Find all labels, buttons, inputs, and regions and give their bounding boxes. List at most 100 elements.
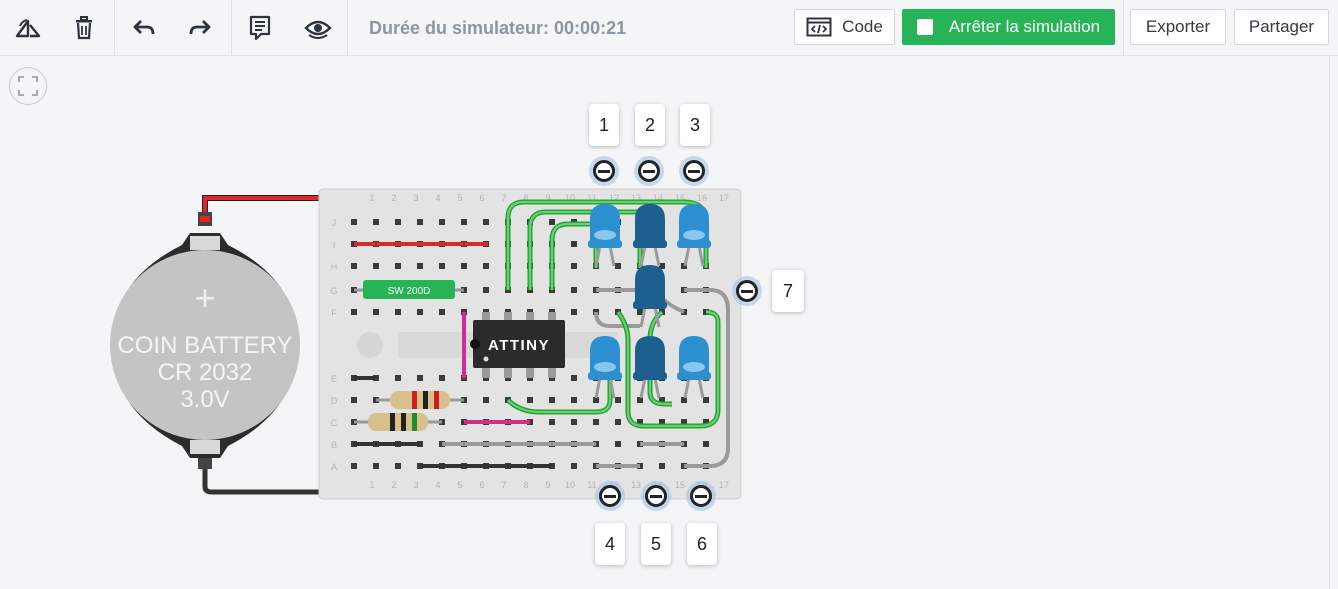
- probe-6[interactable]: [690, 485, 712, 507]
- breadboard-hole[interactable]: [571, 263, 577, 269]
- breadboard-hole[interactable]: [549, 397, 555, 403]
- breadboard-hole[interactable]: [615, 263, 621, 269]
- breadboard-hole[interactable]: [351, 463, 357, 469]
- breadboard-hole[interactable]: [373, 219, 379, 225]
- breadboard-hole[interactable]: [659, 463, 665, 469]
- breadboard-hole[interactable]: [439, 309, 445, 315]
- breadboard-row-label: E: [331, 374, 337, 384]
- breadboard-hole[interactable]: [483, 263, 489, 269]
- breadboard-column-label: 2: [391, 193, 396, 203]
- breadboard-hole[interactable]: [571, 375, 577, 381]
- breadboard-hole[interactable]: [373, 463, 379, 469]
- chip-pin: [548, 312, 556, 320]
- battery-label-3: 3.0V: [180, 386, 229, 413]
- breadboard-hole[interactable]: [571, 463, 577, 469]
- coin-battery[interactable]: + COIN BATTERY CR 2032 3.0V: [110, 212, 300, 469]
- tilt-switch[interactable]: SW 200D: [354, 280, 464, 299]
- breadboard-hole[interactable]: [439, 263, 445, 269]
- breadboard-column-label: 7: [501, 193, 506, 203]
- breadboard-hole[interactable]: [461, 219, 467, 225]
- resistor-2-band: [390, 413, 395, 431]
- probe-4[interactable]: [599, 485, 621, 507]
- probe-label-5[interactable]: 5: [641, 523, 671, 565]
- chip-pin1-marker: [483, 356, 489, 362]
- breadboard-hole[interactable]: [615, 397, 621, 403]
- breadboard-hole[interactable]: [571, 419, 577, 425]
- breadboard-hole[interactable]: [527, 397, 533, 403]
- breadboard-hole[interactable]: [439, 219, 445, 225]
- breadboard-hole[interactable]: [417, 375, 423, 381]
- probe-label-1[interactable]: 1: [589, 104, 619, 146]
- breadboard-hole[interactable]: [351, 263, 357, 269]
- breadboard-column-label: 3: [413, 480, 418, 490]
- probe-2[interactable]: [638, 160, 660, 182]
- breadboard-column-label: 6: [479, 480, 484, 490]
- breadboard-column-label: 13: [631, 480, 641, 490]
- battery-plus-cap: [200, 216, 210, 222]
- led-rim: [633, 372, 667, 380]
- breadboard-hole[interactable]: [483, 397, 489, 403]
- breadboard-hole[interactable]: [417, 309, 423, 315]
- led-body: [635, 336, 665, 378]
- breadboard-hole[interactable]: [395, 463, 401, 469]
- probe-3[interactable]: [683, 160, 705, 182]
- breadboard-column-label: 5: [457, 480, 462, 490]
- circuit-canvas[interactable]: + COIN BATTERY CR 2032 3.0V J I H G F E D C B A 1…: [0, 0, 1338, 589]
- breadboard-hole[interactable]: [593, 419, 599, 425]
- breadboard-hole[interactable]: [395, 219, 401, 225]
- breadboard-hole[interactable]: [395, 375, 401, 381]
- breadboard-row-label: H: [331, 262, 338, 272]
- breadboard-hole[interactable]: [351, 219, 357, 225]
- breadboard-column-label: 4: [435, 193, 440, 203]
- breadboard-hole[interactable]: [483, 287, 489, 293]
- breadboard-hole[interactable]: [395, 263, 401, 269]
- breadboard-hole[interactable]: [461, 263, 467, 269]
- breadboard-notch: [357, 332, 383, 358]
- breadboard-hole[interactable]: [417, 219, 423, 225]
- chip-pin: [504, 368, 512, 378]
- breadboard-column-label: 1: [369, 193, 374, 203]
- breadboard-row-label: J: [332, 218, 337, 228]
- probe-label-3[interactable]: 3: [680, 104, 710, 146]
- battery-clip-bottom: [190, 440, 220, 454]
- led-rim: [633, 240, 667, 248]
- breadboard-hole[interactable]: [571, 287, 577, 293]
- breadboard-hole[interactable]: [417, 263, 423, 269]
- probe-label-7[interactable]: 7: [772, 270, 804, 312]
- probe-label-2[interactable]: 2: [635, 104, 665, 146]
- breadboard-hole[interactable]: [549, 419, 555, 425]
- breadboard-column-label: 4: [435, 480, 440, 490]
- probe-label-4[interactable]: 4: [595, 523, 625, 565]
- breadboard-hole[interactable]: [615, 419, 621, 425]
- breadboard-hole[interactable]: [703, 441, 709, 447]
- battery-plus-sign: +: [194, 277, 215, 318]
- breadboard-hole[interactable]: [373, 263, 379, 269]
- breadboard-column-label: 6: [479, 193, 484, 203]
- breadboard-column-label: 16: [697, 193, 707, 203]
- chip-pin: [482, 368, 490, 378]
- resistor-2-band: [401, 413, 406, 431]
- probe-1[interactable]: [593, 160, 615, 182]
- breadboard-hole[interactable]: [549, 219, 555, 225]
- probe-5[interactable]: [645, 485, 667, 507]
- breadboard-column-label: 9: [545, 480, 550, 490]
- breadboard-hole[interactable]: [373, 309, 379, 315]
- breadboard-hole[interactable]: [439, 375, 445, 381]
- breadboard-column-label: 10: [565, 480, 575, 490]
- led-rim: [677, 240, 711, 248]
- probe-7[interactable]: [736, 280, 758, 302]
- breadboard-hole[interactable]: [351, 397, 357, 403]
- breadboard-hole[interactable]: [703, 397, 709, 403]
- breadboard-hole[interactable]: [571, 309, 577, 315]
- breadboard-hole[interactable]: [571, 241, 577, 247]
- led-glow: [594, 362, 616, 372]
- breadboard-hole[interactable]: [351, 309, 357, 315]
- breadboard-column-label: 7: [501, 480, 506, 490]
- breadboard-hole[interactable]: [395, 309, 401, 315]
- probe-label-6[interactable]: 6: [687, 523, 717, 565]
- breadboard-column-label: 15: [675, 480, 685, 490]
- breadboard-hole[interactable]: [571, 397, 577, 403]
- breadboard-column-label: 1: [369, 480, 374, 490]
- breadboard-hole[interactable]: [483, 219, 489, 225]
- breadboard-hole[interactable]: [615, 441, 621, 447]
